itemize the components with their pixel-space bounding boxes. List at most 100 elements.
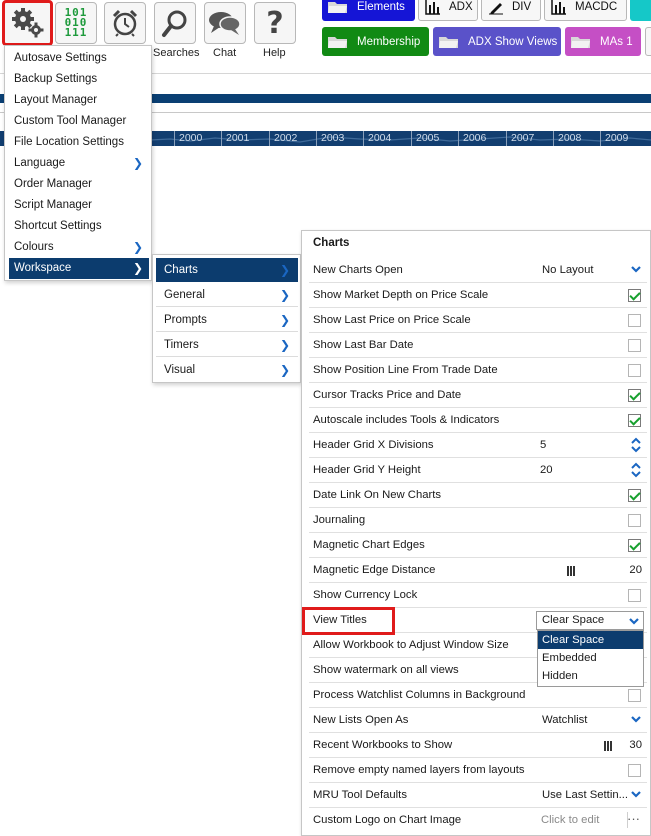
dropdown-value[interactable]: Use Last Settin... <box>542 783 628 808</box>
chevron-down-icon[interactable] <box>630 713 642 725</box>
submenu-item-general[interactable]: General ❯ <box>156 283 298 307</box>
menu-item-label: Layout Manager <box>14 94 98 106</box>
setting-row-show-position-line[interactable]: Show Position Line From Trade Date <box>309 358 647 383</box>
timeline-year: 2004 <box>363 131 391 146</box>
setting-row-show-currency-lock[interactable]: Show Currency Lock <box>309 583 647 608</box>
chevron-down-icon[interactable] <box>630 263 642 275</box>
chat-bubbles-icon <box>209 12 241 35</box>
chevron-down-icon[interactable] <box>630 788 642 800</box>
checkbox-checked[interactable] <box>628 289 641 302</box>
submenu-item-visual[interactable]: Visual ❯ <box>156 358 298 382</box>
help-button[interactable]: ? <box>254 2 296 44</box>
option-clear-space[interactable]: Clear Space <box>538 631 643 649</box>
setting-label: Show Market Depth on Price Scale <box>313 289 489 301</box>
submenu-item-prompts[interactable]: Prompts ❯ <box>156 308 298 332</box>
option-embedded[interactable]: Embedded <box>538 649 643 667</box>
workspace-button-macdc[interactable]: MACDC <box>544 0 627 21</box>
checkbox-checked[interactable] <box>628 489 641 502</box>
workspace-button-cut-off-1[interactable] <box>630 0 651 21</box>
setting-row-cursor-tracks[interactable]: Cursor Tracks Price and Date <box>309 383 647 408</box>
menu-item-language[interactable]: Language ❯ <box>9 153 149 174</box>
slider-grip-icon[interactable] <box>604 741 613 751</box>
view-titles-dropdown[interactable]: Clear Space <box>536 611 644 630</box>
checkbox[interactable] <box>628 514 641 527</box>
checkbox[interactable] <box>628 339 641 352</box>
checkbox[interactable] <box>628 689 641 702</box>
alerts-button[interactable] <box>104 2 146 44</box>
setting-row-custom-logo[interactable]: Custom Logo on Chart Image Click to edit… <box>309 808 647 833</box>
searches-button[interactable] <box>154 2 196 44</box>
view-titles-highlight <box>302 607 395 635</box>
setting-row-header-grid-x[interactable]: Header Grid X Divisions 5 <box>309 433 647 458</box>
setting-row-mru-tool-defaults[interactable]: MRU Tool Defaults Use Last Settin... <box>309 783 647 808</box>
workspace-button-div[interactable]: DIV <box>481 0 541 21</box>
workspace-button-cut-off-2[interactable] <box>645 27 651 56</box>
chevron-right-icon: ❯ <box>132 261 143 275</box>
menu-item-colours[interactable]: Colours ❯ <box>9 237 149 258</box>
menu-item-shortcut-settings[interactable]: Shortcut Settings <box>9 216 149 237</box>
workspace-button-adx-show-views[interactable]: ADX Show Views <box>433 27 561 56</box>
setting-label: Show watermark on all views <box>313 664 459 676</box>
spinner-value[interactable]: 5 <box>540 433 546 458</box>
workspace-button-membership[interactable]: Membership <box>322 27 429 56</box>
setting-label: Process Watchlist Columns in Background <box>313 689 526 701</box>
menu-item-layout-manager[interactable]: Layout Manager <box>9 90 149 111</box>
searches-label: Searches <box>153 47 200 59</box>
menu-item-workspace[interactable]: Workspace ❯ <box>9 258 149 279</box>
checkbox[interactable] <box>628 589 641 602</box>
chat-button[interactable] <box>204 2 246 44</box>
submenu-item-charts[interactable]: Charts ❯ <box>156 258 298 282</box>
menu-item-order-manager[interactable]: Order Manager <box>9 174 149 195</box>
menu-item-label: Autosave Settings <box>14 52 107 64</box>
setting-row-journaling[interactable]: Journaling <box>309 508 647 533</box>
dropdown-value[interactable]: Watchlist <box>542 708 587 733</box>
timeline-year: 2008 <box>553 131 581 146</box>
checkbox-checked[interactable] <box>628 414 641 427</box>
dropdown-value[interactable]: No Layout <box>542 258 594 283</box>
checkbox[interactable] <box>628 364 641 377</box>
setting-label: Magnetic Chart Edges <box>313 539 425 551</box>
setting-row-autoscale[interactable]: Autoscale includes Tools & Indicators <box>309 408 647 433</box>
setting-row-show-last-bar-date[interactable]: Show Last Bar Date <box>309 333 647 358</box>
workspace-button-elements[interactable]: Elements <box>322 0 415 21</box>
submenu-item-timers[interactable]: Timers ❯ <box>156 333 298 357</box>
more-options-icon[interactable]: ··· <box>627 808 640 830</box>
setting-row-new-charts-open[interactable]: New Charts Open No Layout <box>309 258 647 283</box>
setting-row-header-grid-y[interactable]: Header Grid Y Height 20 <box>309 458 647 483</box>
dropdown-value: Clear Space <box>542 614 605 626</box>
setting-label: New Charts Open <box>313 264 403 276</box>
setting-row-recent-workbooks[interactable]: Recent Workbooks to Show 30 <box>309 733 647 758</box>
slider-grip-icon[interactable] <box>567 566 576 576</box>
setting-row-remove-empty-layers[interactable]: Remove empty named layers from layouts <box>309 758 647 783</box>
setting-row-show-last-price[interactable]: Show Last Price on Price Scale <box>309 308 647 333</box>
checkbox-checked[interactable] <box>628 389 641 402</box>
checkbox[interactable] <box>628 314 641 327</box>
bar-chart-icon <box>551 0 566 15</box>
setting-label: Journaling <box>313 514 366 526</box>
spinner-value[interactable]: 20 <box>540 458 553 483</box>
menu-item-backup-settings[interactable]: Backup Settings <box>9 69 149 90</box>
setting-label: Magnetic Edge Distance <box>313 564 436 576</box>
setting-row-show-market-depth[interactable]: Show Market Depth on Price Scale <box>309 283 647 308</box>
workspace-button-mas-1[interactable]: MAs 1 <box>565 27 641 56</box>
menu-item-script-manager[interactable]: Script Manager <box>9 195 149 216</box>
workspace-button-label: Elements <box>357 0 405 13</box>
submenu-item-label: General <box>164 289 205 301</box>
data-button[interactable]: 101 010 111 <box>55 2 97 44</box>
settings-button[interactable] <box>2 0 53 46</box>
setting-row-magnetic-chart-edges[interactable]: Magnetic Chart Edges <box>309 533 647 558</box>
checkbox-checked[interactable] <box>628 539 641 552</box>
spinner-arrows-icon[interactable] <box>631 437 641 453</box>
menu-item-custom-tool-manager[interactable]: Custom Tool Manager <box>9 111 149 132</box>
option-hidden[interactable]: Hidden <box>538 667 643 685</box>
setting-row-date-link[interactable]: Date Link On New Charts <box>309 483 647 508</box>
setting-row-new-lists-open-as[interactable]: New Lists Open As Watchlist <box>309 708 647 733</box>
menu-item-file-location-settings[interactable]: File Location Settings <box>9 132 149 153</box>
edit-field[interactable]: Click to edit <box>541 808 599 833</box>
folder-icon <box>328 35 348 48</box>
checkbox[interactable] <box>628 764 641 777</box>
menu-item-autosave-settings[interactable]: Autosave Settings <box>9 48 149 69</box>
setting-row-magnetic-edge-distance[interactable]: Magnetic Edge Distance 20 <box>309 558 647 583</box>
workspace-button-adx[interactable]: ADX <box>418 0 478 21</box>
spinner-arrows-icon[interactable] <box>631 462 641 478</box>
